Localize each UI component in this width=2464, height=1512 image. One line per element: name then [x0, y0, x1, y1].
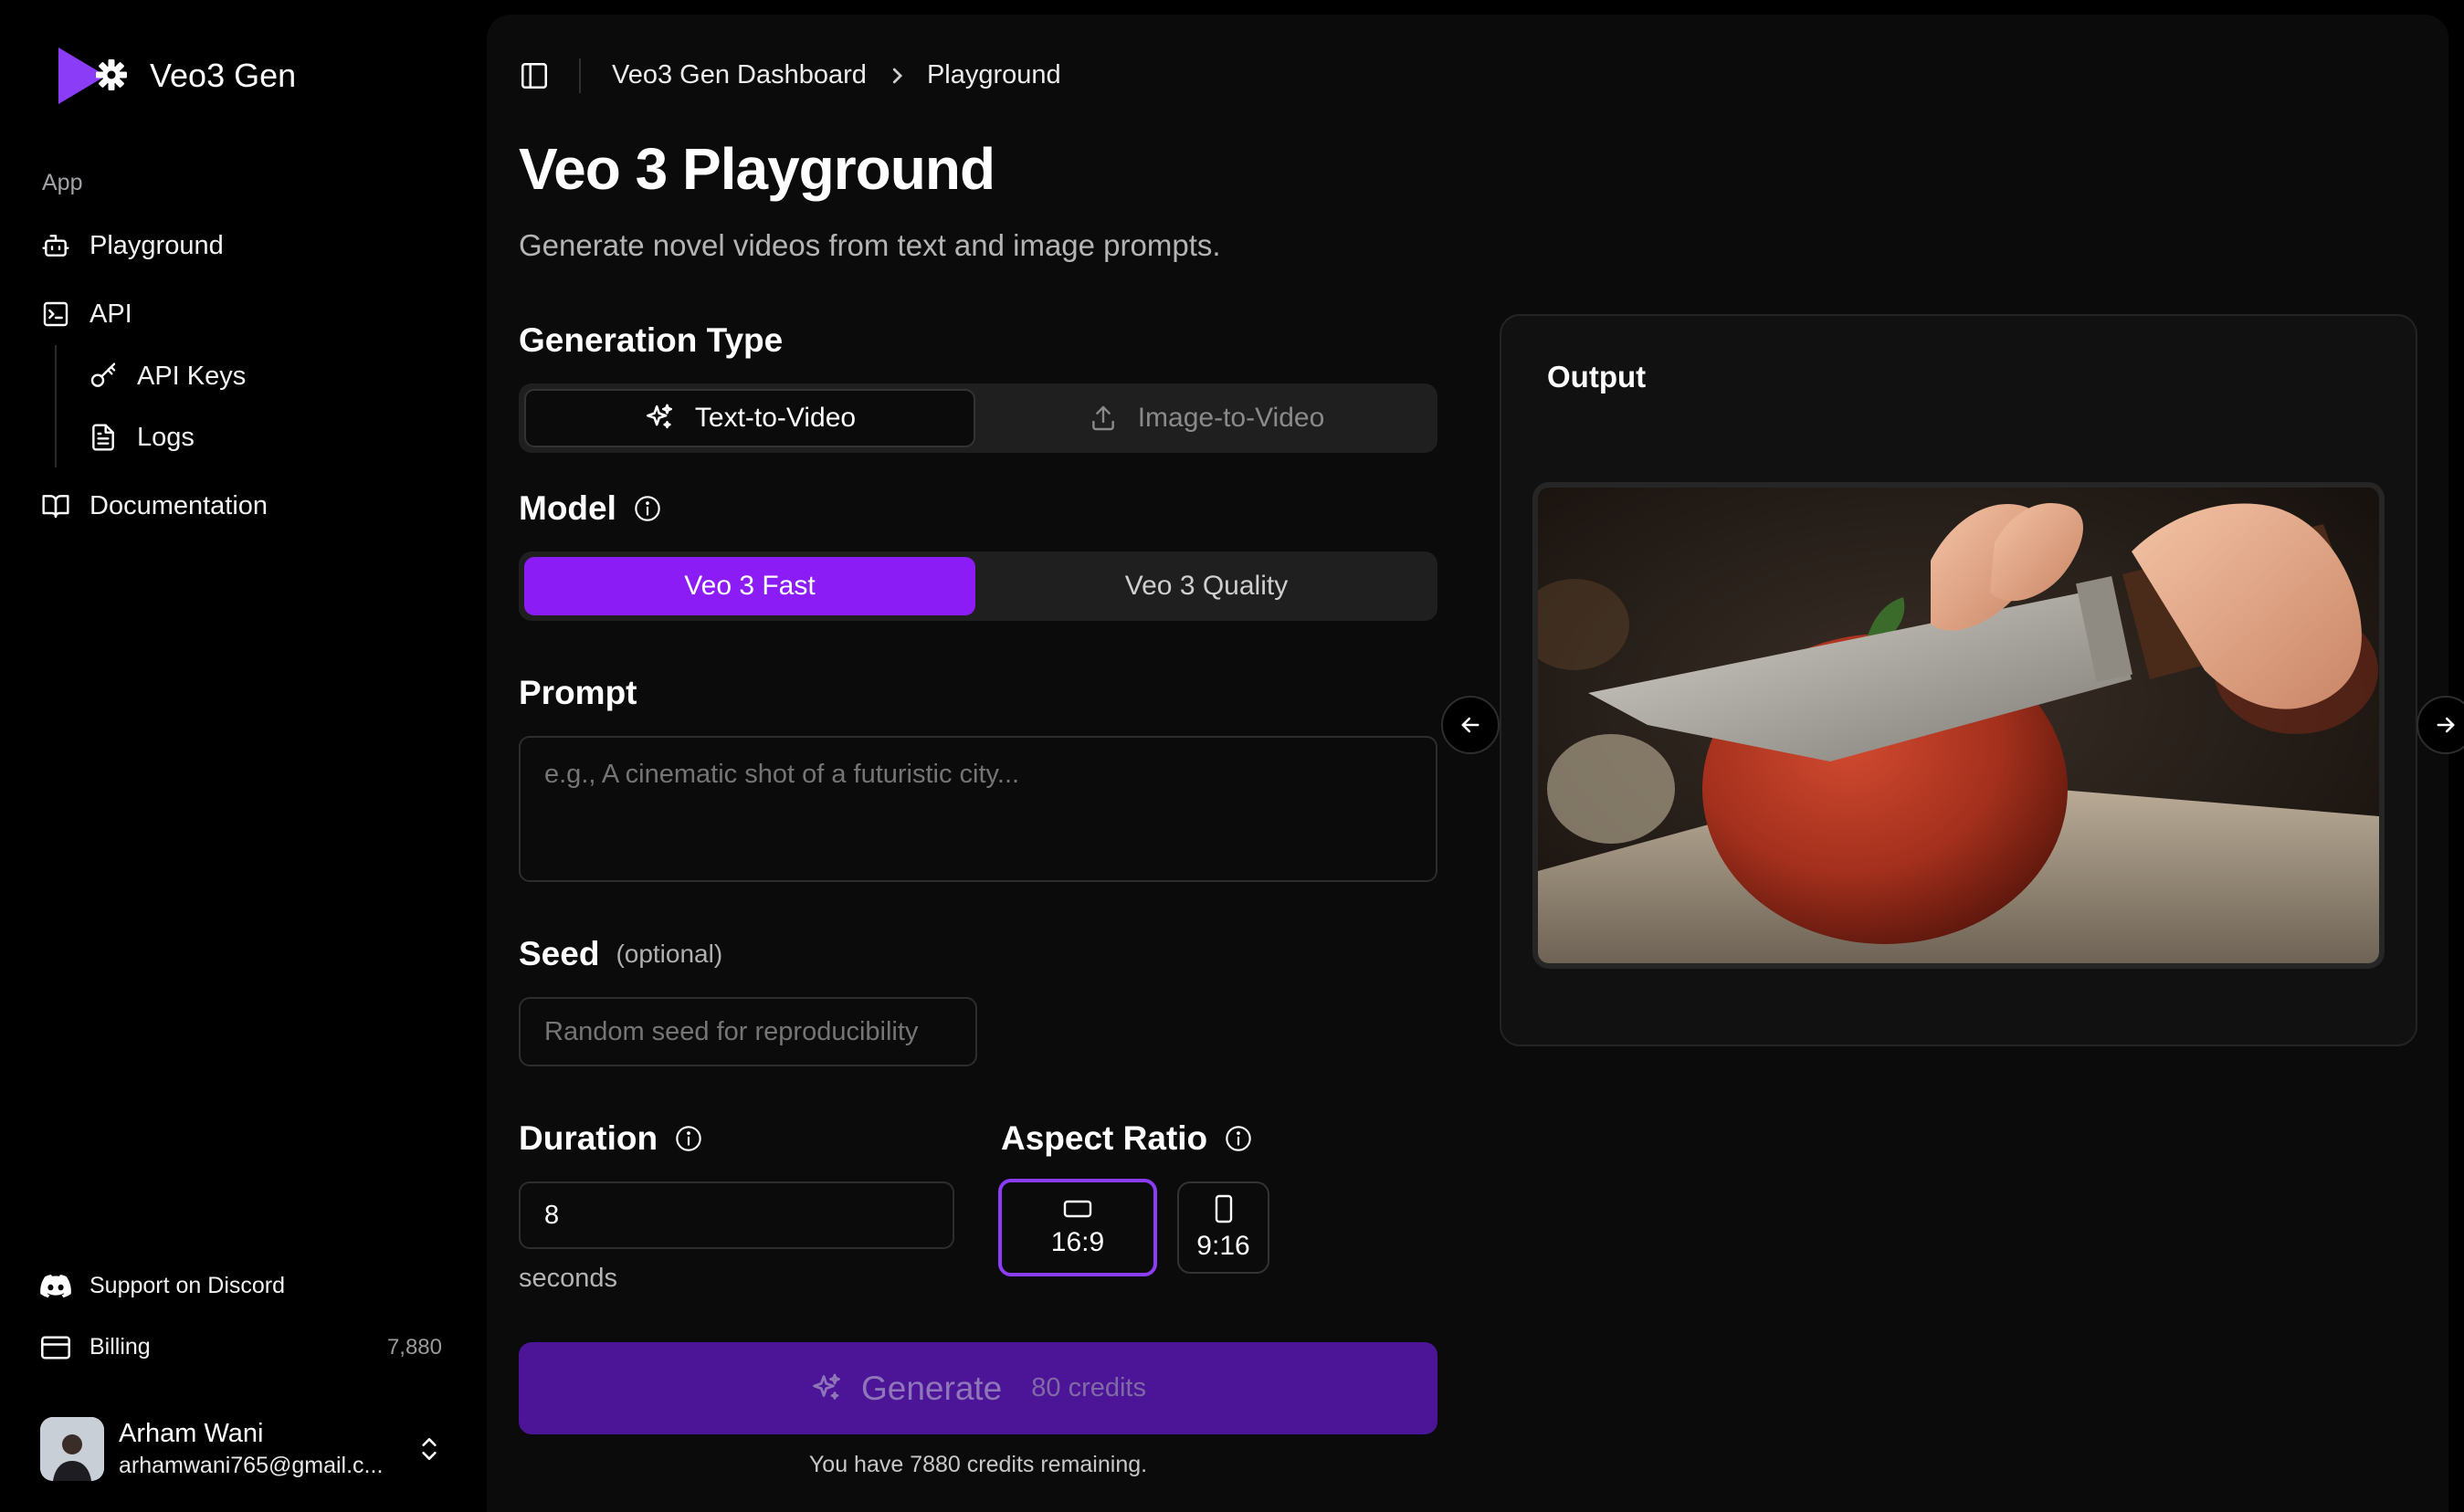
aspect-ratio-16-9-button[interactable]: 16:9 — [998, 1179, 1157, 1276]
aspect-ratio-9-16-button[interactable]: 9:16 — [1177, 1181, 1269, 1274]
prompt-heading: Prompt — [519, 674, 637, 712]
book-icon — [40, 490, 71, 521]
user-menu[interactable]: Arham Wani arhamwani765@gmail.c... — [40, 1417, 441, 1481]
info-icon[interactable] — [1224, 1124, 1253, 1153]
video-thumbnail — [1538, 488, 2379, 963]
sidebar-item-label: Documentation — [90, 490, 269, 520]
output-video[interactable] — [1532, 482, 2385, 969]
sidebar: Veo3 Gen App Playground API API Keys Log… — [0, 0, 487, 1497]
duration-input[interactable] — [519, 1181, 954, 1249]
billing-label: Billing — [90, 1334, 151, 1360]
duration-label: Duration — [519, 1119, 658, 1157]
info-icon[interactable] — [674, 1124, 703, 1153]
generate-button[interactable]: Generate 80 credits — [519, 1342, 1437, 1434]
user-email: arhamwani765@gmail.c... — [119, 1453, 384, 1478]
prompt-label: Prompt — [519, 674, 637, 711]
landscape-icon — [1063, 1198, 1092, 1220]
support-discord-link[interactable]: Support on Discord — [40, 1273, 285, 1299]
seed-input[interactable] — [519, 997, 977, 1066]
duration-heading: Duration — [519, 1119, 703, 1158]
key-icon — [88, 361, 119, 392]
terminal-icon — [40, 299, 71, 330]
discord-icon — [40, 1274, 71, 1298]
arrow-left-icon — [1458, 712, 1483, 738]
document-icon — [88, 422, 119, 453]
seed-optional-label: (optional) — [616, 940, 723, 968]
submenu-guide-line — [55, 345, 57, 467]
robot-icon — [40, 230, 71, 261]
chevron-right-icon — [889, 66, 905, 86]
sidebar-item-logs[interactable]: Logs — [88, 422, 195, 453]
generate-label: Generate — [860, 1369, 1003, 1407]
page-title: Veo 3 Playground — [519, 136, 995, 202]
prompt-input[interactable] — [519, 736, 1437, 882]
generation-type-label: Generation Type — [519, 321, 784, 359]
sidebar-toggle-icon — [519, 60, 550, 91]
breadcrumb-current: Playground — [926, 60, 1061, 89]
chevron-up-down-icon — [417, 1434, 441, 1464]
arrow-right-icon — [2433, 712, 2459, 738]
info-icon[interactable] — [633, 494, 662, 523]
sparkles-icon — [644, 403, 675, 434]
billing-credits: 7,880 — [386, 1334, 442, 1360]
sidebar-item-api[interactable]: API — [40, 299, 132, 330]
brand[interactable]: Veo3 Gen — [53, 44, 296, 108]
model-option-label: Veo 3 Fast — [684, 571, 816, 601]
breadcrumb-divider — [579, 58, 581, 93]
sidebar-item-label: Playground — [90, 230, 224, 260]
image-to-video-label: Image-to-Video — [1137, 403, 1325, 433]
aspect-ratio-label: 9:16 — [1196, 1230, 1250, 1261]
generation-type-toggle: Text-to-Video Image-to-Video — [519, 383, 1437, 453]
user-name: Arham Wani — [119, 1419, 264, 1448]
model-option-label: Veo 3 Quality — [1124, 571, 1289, 601]
logo-icon — [53, 44, 130, 108]
model-option-veo3-quality[interactable]: Veo 3 Quality — [981, 557, 1432, 615]
credits-remaining-text: You have 7880 credits remaining. — [808, 1452, 1148, 1477]
model-toggle: Veo 3 Fast Veo 3 Quality — [519, 551, 1437, 621]
output-title: Output — [1547, 360, 1647, 394]
model-heading: Model — [519, 489, 662, 528]
aspect-ratio-heading: Aspect Ratio — [1001, 1119, 1253, 1158]
duration-unit: seconds — [519, 1264, 618, 1293]
sidebar-item-documentation[interactable]: Documentation — [40, 490, 268, 521]
seed-label: Seed — [519, 935, 600, 972]
image-to-video-tab[interactable]: Image-to-Video — [981, 389, 1432, 447]
sidebar-item-label: API — [90, 299, 132, 329]
text-to-video-tab[interactable]: Text-to-Video — [524, 389, 975, 447]
text-to-video-label: Text-to-Video — [694, 403, 857, 433]
portrait-icon — [1214, 1194, 1234, 1223]
credit-card-icon — [40, 1335, 71, 1360]
sidebar-item-api-keys[interactable]: API Keys — [88, 361, 246, 392]
sidebar-item-label: Logs — [137, 422, 195, 452]
breadcrumb-parent[interactable]: Veo3 Gen Dashboard — [612, 60, 867, 90]
aspect-ratio-label: 16:9 — [1050, 1226, 1105, 1257]
avatar — [40, 1417, 104, 1481]
breadcrumb: Veo3 Gen Dashboard Playground — [612, 60, 1061, 90]
previous-output-button[interactable] — [1441, 696, 1500, 754]
aspect-ratio-label: Aspect Ratio — [1001, 1119, 1208, 1157]
billing-link[interactable]: Billing 7,880 — [40, 1334, 442, 1360]
generation-type-heading: Generation Type — [519, 321, 783, 360]
upload-icon — [1089, 404, 1118, 433]
section-label-app: App — [42, 170, 83, 195]
model-label: Model — [519, 489, 616, 527]
sidebar-item-label: API Keys — [137, 361, 247, 391]
brand-name: Veo3 Gen — [150, 57, 297, 94]
generate-cost: 80 credits — [1031, 1373, 1146, 1402]
support-discord-label: Support on Discord — [90, 1273, 286, 1298]
sidebar-item-playground[interactable]: Playground — [40, 230, 224, 261]
seed-heading: Seed (optional) — [519, 935, 722, 973]
model-option-veo3-fast[interactable]: Veo 3 Fast — [524, 557, 975, 615]
page-subtitle: Generate novel videos from text and imag… — [519, 228, 1221, 262]
sparkles-icon — [810, 1372, 843, 1405]
sidebar-toggle-button[interactable] — [519, 60, 550, 91]
